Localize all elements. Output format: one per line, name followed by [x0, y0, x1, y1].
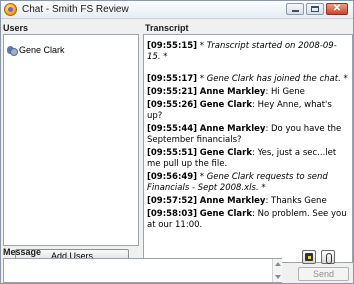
transcript-line: [09:55:17] * Gene Clark has joined the c… — [147, 74, 349, 85]
transcript-line: [09:58:03] Gene Clark: No problem. See y… — [147, 209, 347, 230]
users-list[interactable]: Gene Clark — [3, 34, 139, 246]
timestamp: [09:55:21] — [147, 87, 198, 97]
attach-icon[interactable] — [321, 250, 335, 264]
timestamp: [09:57:52] — [147, 196, 198, 206]
minimize-button[interactable] — [286, 3, 304, 15]
message-label: Message — [3, 247, 42, 257]
window-title: Chat - Smith FS Review — [22, 4, 129, 15]
message-text: Hi Gene — [271, 87, 305, 97]
transcript-pane[interactable]: [09:55:15] * Transcript started on 2008-… — [143, 34, 353, 263]
speaker-name: Anne Markley — [199, 87, 266, 97]
transcript-line: [09:56:49] * Gene Clark requests to send… — [147, 172, 349, 194]
chat-app-icon — [4, 3, 17, 16]
message-text: Thanks Gene — [271, 196, 327, 206]
users-label: Users — [3, 23, 29, 33]
user-icon — [7, 45, 18, 56]
speaker-name: Gene Clark — [199, 209, 253, 219]
user-list-item[interactable]: Gene Clark — [7, 45, 65, 56]
transcript-line: [09:55:26] Gene Clark: Hey Anne, what's … — [147, 100, 332, 121]
transcript-line: [09:55:44] Anne Markley: Do you have the… — [147, 124, 342, 145]
title-bar[interactable]: Chat - Smith FS Review ✕ — [1, 1, 353, 19]
speaker-name: Gene Clark — [199, 148, 253, 158]
transcript-line: [09:57:52] Anne Markley: Thanks Gene — [147, 196, 327, 206]
timestamp: [09:55:44] — [147, 124, 198, 134]
maximize-icon — [311, 6, 319, 12]
transcript-label: Transcript — [145, 23, 189, 33]
transcript-line: [09:55:51] Gene Clark: Yes, just a sec..… — [147, 148, 337, 169]
maximize-button[interactable] — [306, 3, 324, 15]
send-button[interactable]: Send — [298, 267, 349, 281]
timestamp: [09:55:26] — [147, 100, 198, 110]
timestamp: [09:55:51] — [147, 148, 198, 158]
speaker-name: Gene Clark — [199, 100, 253, 110]
window-controls: ✕ — [286, 3, 348, 15]
message-input[interactable] — [3, 258, 282, 283]
speaker-name: Anne Markley — [199, 196, 266, 206]
chat-window: Chat - Smith FS Review ✕ Users Gene Clar… — [0, 0, 354, 284]
close-button[interactable]: ✕ — [326, 3, 348, 15]
timestamp: [09:58:03] — [147, 209, 198, 219]
transcript-line: [09:55:15] * Transcript started on 2008-… — [147, 41, 349, 63]
user-name: Gene Clark — [19, 45, 65, 55]
transcript-line: [09:55:21] Anne Markley: Hi Gene — [147, 87, 305, 97]
timestamp: [09:56:49] — [147, 172, 198, 182]
speaker-name: Anne Markley — [199, 124, 266, 134]
message-scrollbar[interactable] — [272, 259, 282, 282]
system-message: * Gene Clark has joined the chat. * — [199, 74, 348, 84]
timestamp: [09:55:15] — [147, 41, 198, 51]
minimize-icon — [291, 10, 299, 12]
send-file-icon[interactable] — [302, 250, 316, 264]
scroll-down-icon[interactable] — [275, 275, 281, 279]
close-icon: ✕ — [332, 3, 342, 14]
scroll-up-icon[interactable] — [275, 262, 281, 266]
timestamp: [09:55:17] — [147, 74, 198, 84]
